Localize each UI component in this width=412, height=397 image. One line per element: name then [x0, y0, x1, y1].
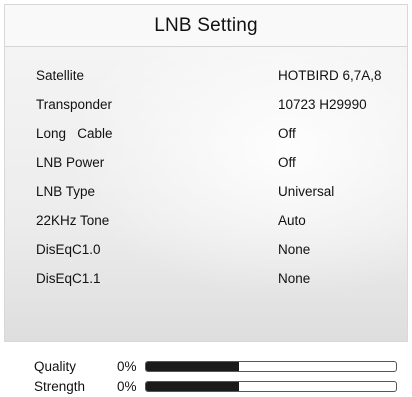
- setting-value[interactable]: Off: [278, 155, 296, 170]
- quality-bar: [145, 361, 397, 372]
- strength-label: Strength: [34, 379, 86, 394]
- setting-value[interactable]: Auto: [278, 213, 306, 228]
- setting-label: Long Cable: [36, 126, 113, 141]
- title-bar: LNB Setting: [5, 5, 407, 47]
- setting-value[interactable]: None: [278, 242, 310, 257]
- lnb-setting-window: LNB Setting Satellite HOTBIRD 6,7A,8 Tra…: [4, 4, 408, 342]
- strength-bar-fill: [146, 382, 239, 391]
- setting-label: Transponder: [36, 97, 113, 112]
- setting-row-diseqc-1-1[interactable]: DisEqC1.1 None: [5, 264, 407, 293]
- setting-label: LNB Power: [36, 155, 105, 170]
- setting-row-diseqc-1-0[interactable]: DisEqC1.0 None: [5, 235, 407, 264]
- setting-value[interactable]: 10723 H29990: [278, 97, 367, 112]
- setting-row-transponder[interactable]: Transponder 10723 H29990: [5, 90, 407, 119]
- setting-label: 22KHz Tone: [36, 213, 110, 228]
- setting-row-long-cable[interactable]: Long Cable Off: [5, 119, 407, 148]
- quality-percent: 0%: [117, 359, 137, 374]
- window-title: LNB Setting: [154, 14, 258, 36]
- setting-value[interactable]: None: [278, 271, 310, 286]
- setting-label: Satellite: [36, 68, 85, 83]
- setting-value[interactable]: HOTBIRD 6,7A,8: [278, 68, 382, 83]
- quality-label: Quality: [34, 359, 77, 374]
- setting-label: DisEqC1.1: [36, 271, 101, 286]
- setting-label: DisEqC1.0: [36, 242, 101, 257]
- setting-row-lnb-type[interactable]: LNB Type Universal: [5, 177, 407, 206]
- strength-meter: Strength 0%: [0, 377, 412, 397]
- strength-bar: [145, 381, 397, 392]
- setting-row-satellite[interactable]: Satellite HOTBIRD 6,7A,8: [5, 61, 407, 90]
- settings-panel: Satellite HOTBIRD 6,7A,8 Transponder 107…: [5, 47, 407, 341]
- setting-row-lnb-power[interactable]: LNB Power Off: [5, 148, 407, 177]
- settings-list: Satellite HOTBIRD 6,7A,8 Transponder 107…: [5, 61, 407, 293]
- quality-meter: Quality 0%: [0, 357, 412, 377]
- setting-value[interactable]: Universal: [278, 184, 334, 199]
- setting-row-22khz-tone[interactable]: 22KHz Tone Auto: [5, 206, 407, 235]
- setting-value[interactable]: Off: [278, 126, 296, 141]
- strength-percent: 0%: [117, 379, 137, 394]
- quality-bar-fill: [146, 362, 239, 371]
- setting-label: LNB Type: [36, 184, 96, 199]
